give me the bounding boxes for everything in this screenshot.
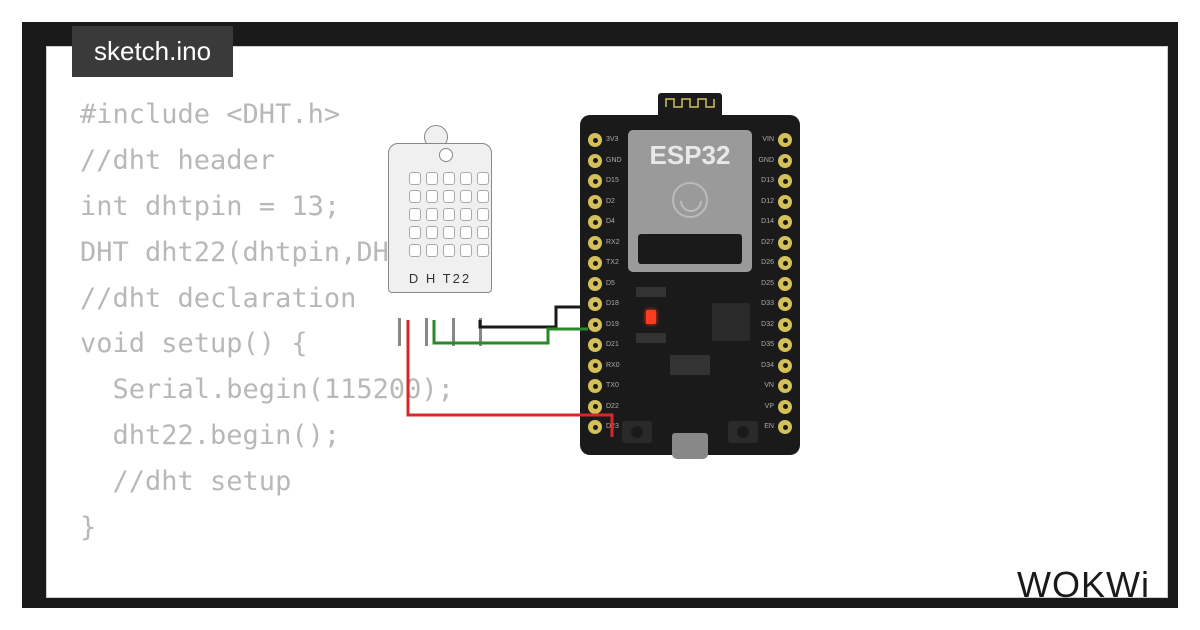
esp32-en-button[interactable] — [622, 421, 652, 443]
antenna-trace-icon — [664, 97, 716, 109]
esp32-pin-labels-right: VINGNDD13D12D14D27D26D25D33D32D35D34VNVP… — [758, 133, 774, 434]
esp32-pin[interactable] — [778, 420, 792, 434]
esp32-smd-component — [636, 287, 666, 297]
esp32-power-led — [646, 310, 656, 324]
esp32-pin[interactable] — [588, 215, 602, 229]
esp32-pin[interactable] — [778, 133, 792, 147]
esp32-pin[interactable] — [778, 256, 792, 270]
dht22-grille — [409, 172, 489, 257]
circuit-diagram[interactable]: D H T22 ESP32 3V3GNDD15D2D4RX2TX2D5D18D — [380, 115, 940, 475]
esp32-pin[interactable] — [588, 379, 602, 393]
esp32-pin[interactable] — [588, 297, 602, 311]
esp32-pin[interactable] — [778, 359, 792, 373]
dht22-label: D H T22 — [389, 271, 491, 286]
dht22-pin-data[interactable] — [425, 318, 428, 346]
dht22-mount-hole — [439, 148, 453, 162]
esp32-shield-cutout — [638, 234, 742, 264]
dht22-pin-vcc[interactable] — [398, 318, 401, 346]
esp32-pin[interactable] — [778, 236, 792, 250]
esp32-pin[interactable] — [588, 195, 602, 209]
esp32-pin[interactable] — [588, 338, 602, 352]
dht22-body: D H T22 — [388, 143, 492, 293]
wokwi-brand: WOKWi — [1017, 564, 1150, 606]
esp32-pin[interactable] — [778, 154, 792, 168]
esp32-pin[interactable] — [778, 318, 792, 332]
esp32-pin[interactable] — [588, 400, 602, 414]
esp32-pin[interactable] — [778, 379, 792, 393]
esp32-pin[interactable] — [588, 174, 602, 188]
esp32-pin[interactable] — [778, 277, 792, 291]
esp32-chip-label: ESP32 — [628, 140, 752, 171]
esp32-regulator-chip — [712, 303, 750, 341]
esp32-board[interactable]: ESP32 3V3GNDD15D2D4RX2TX2D5D18D19D21RX0T… — [580, 115, 800, 455]
esp32-usb-port — [672, 433, 708, 459]
esp32-pin[interactable] — [778, 338, 792, 352]
esp32-metal-shield: ESP32 — [628, 130, 752, 272]
esp32-pin[interactable] — [588, 420, 602, 434]
esp32-pin[interactable] — [778, 195, 792, 209]
esp32-smd-component — [670, 355, 710, 375]
esp32-pin[interactable] — [588, 277, 602, 291]
esp32-pin[interactable] — [588, 133, 602, 147]
esp32-pin[interactable] — [778, 215, 792, 229]
esp32-pin[interactable] — [588, 318, 602, 332]
esp32-pins-left — [588, 133, 602, 434]
esp32-pin[interactable] — [588, 154, 602, 168]
dht22-pin-nc[interactable] — [452, 318, 455, 346]
esp32-pins-right — [778, 133, 792, 434]
dht22-pins — [398, 318, 482, 346]
dht22-sensor[interactable]: D H T22 — [380, 143, 500, 318]
esp32-pin[interactable] — [588, 236, 602, 250]
esp32-boot-button[interactable] — [728, 421, 758, 443]
file-tab[interactable]: sketch.ino — [72, 26, 233, 77]
esp32-pin[interactable] — [588, 256, 602, 270]
esp32-antenna — [658, 93, 722, 115]
esp32-smd-component — [636, 333, 666, 343]
espressif-logo-icon — [672, 182, 708, 218]
dht22-pin-gnd[interactable] — [479, 318, 482, 346]
esp32-pin[interactable] — [778, 174, 792, 188]
esp32-pin[interactable] — [588, 359, 602, 373]
esp32-pin[interactable] — [778, 400, 792, 414]
esp32-pin-labels-left: 3V3GNDD15D2D4RX2TX2D5D18D19D21RX0TX0D22D… — [606, 133, 622, 434]
file-tab-label: sketch.ino — [94, 36, 211, 66]
esp32-pin[interactable] — [778, 297, 792, 311]
